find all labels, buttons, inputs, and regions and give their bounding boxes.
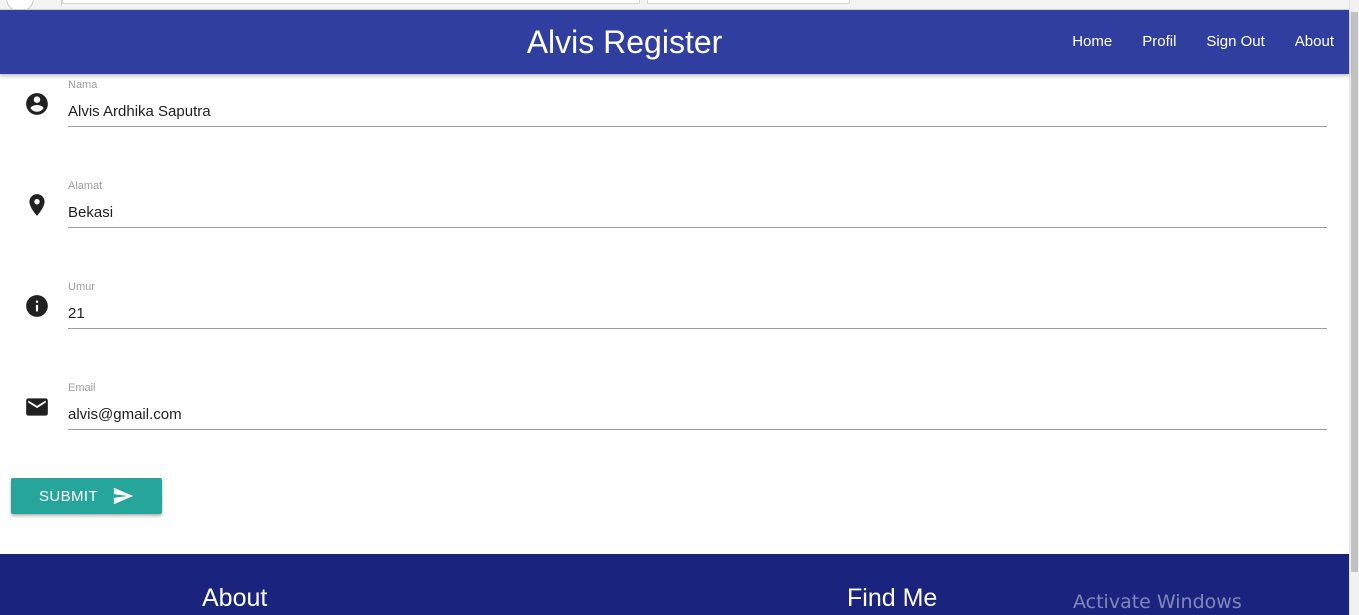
alamat-label: Alamat	[68, 180, 103, 192]
send-icon	[112, 485, 134, 507]
email-icon	[24, 394, 50, 420]
umur-input[interactable]	[68, 299, 1327, 329]
nav-links: Home Profil Sign Out About	[1057, 10, 1349, 74]
footer-about-title: About	[202, 584, 268, 612]
form-row-nama: Nama	[0, 74, 1349, 174]
nav-link-profil[interactable]: Profil	[1127, 10, 1191, 74]
nama-input[interactable]	[68, 97, 1327, 127]
footer-findme-title: Find Me	[847, 584, 938, 612]
page-scrollbar[interactable]	[1349, 0, 1359, 615]
activate-windows-watermark: Activate Windows	[1073, 591, 1242, 613]
nav-link-about[interactable]: About	[1280, 10, 1349, 74]
top-navbar: Alvis Register Home Profil Sign Out Abou…	[0, 10, 1349, 74]
form-row-umur: Umur	[0, 276, 1349, 376]
form-row-email: Email	[0, 377, 1349, 477]
submit-button[interactable]: SUBMIT	[11, 478, 162, 514]
submit-label: SUBMIT	[38, 487, 99, 505]
form-row-alamat: Alamat	[0, 175, 1349, 275]
browser-toolbar	[0, 0, 1349, 10]
nav-link-home[interactable]: Home	[1057, 10, 1127, 74]
email-label: Email	[68, 382, 96, 394]
browser-address-bar[interactable]	[62, 0, 640, 4]
info-icon	[24, 293, 50, 319]
nama-label: Nama	[68, 79, 98, 91]
umur-label: Umur	[68, 281, 95, 293]
account-circle-icon	[24, 91, 50, 117]
browser-reload-icon[interactable]	[6, 0, 34, 9]
alamat-input[interactable]	[68, 198, 1327, 228]
nav-link-sign-out[interactable]: Sign Out	[1191, 10, 1279, 74]
email-input[interactable]	[68, 400, 1327, 430]
location-pin-icon	[24, 192, 50, 218]
scrollbar-thumb[interactable]	[1351, 12, 1358, 572]
browser-search-bar[interactable]	[647, 0, 850, 4]
